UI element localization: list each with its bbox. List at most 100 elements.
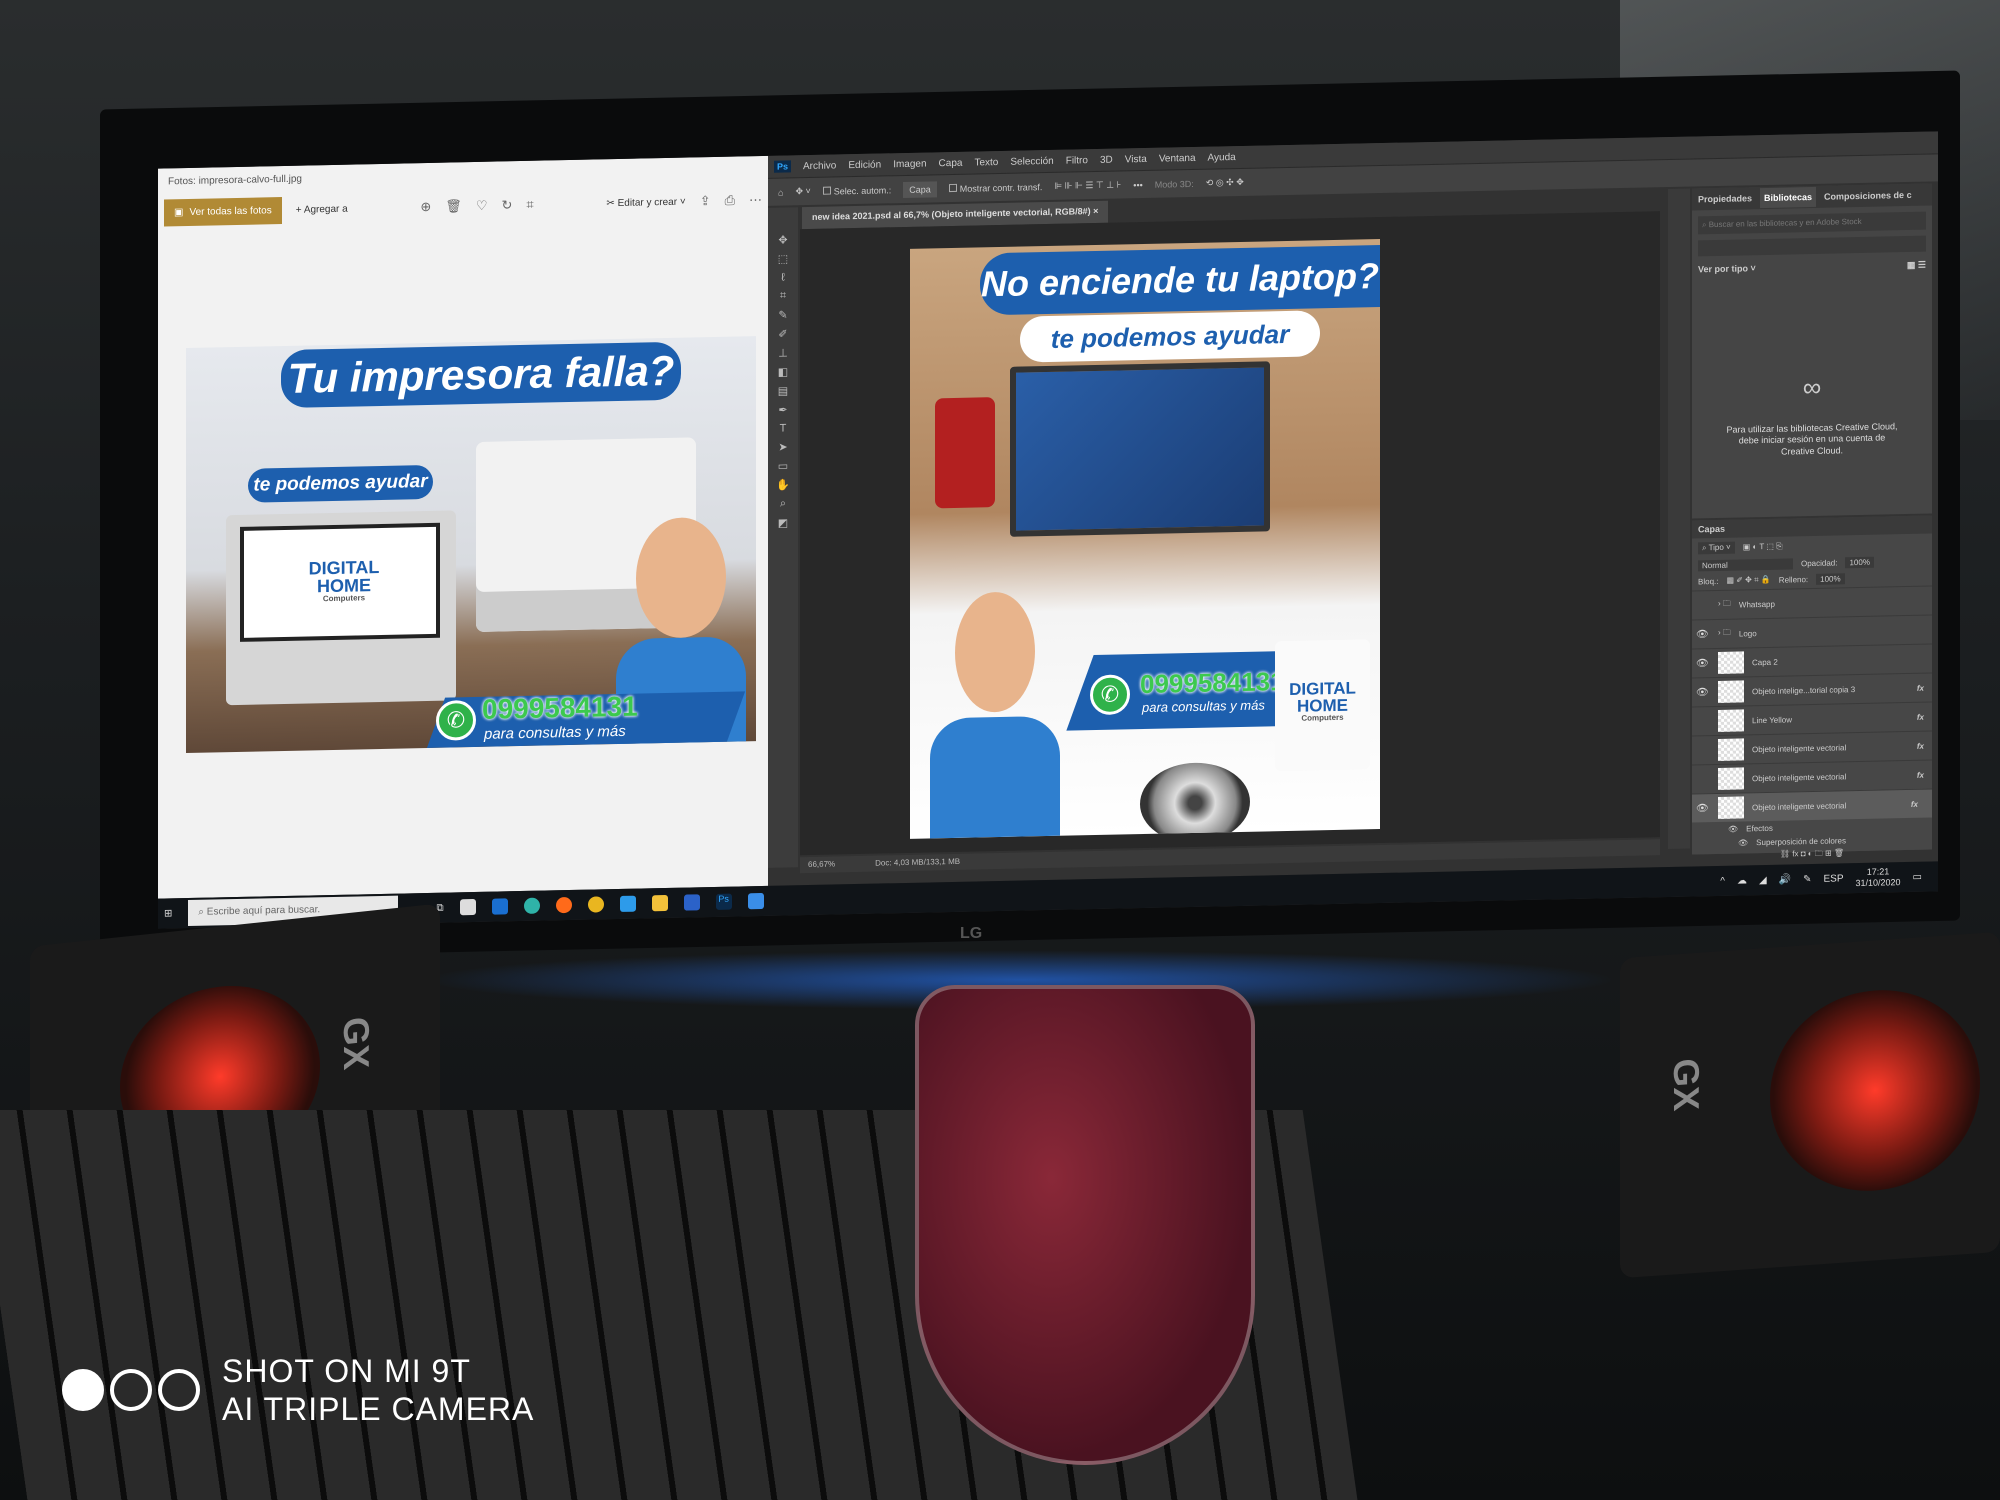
opacity-label: Opacidad: bbox=[1801, 557, 1838, 568]
firefox-icon[interactable] bbox=[555, 896, 572, 914]
chrome-icon[interactable] bbox=[587, 896, 604, 913]
zoom-tool-icon[interactable]: ⌕ bbox=[780, 497, 786, 510]
filter-icons[interactable]: ▣ ◐ T ⬚ ⎘ bbox=[1743, 542, 1783, 553]
camera-watermark: SHOT ON MI 9T AI TRIPLE CAMERA bbox=[62, 1352, 534, 1429]
fx-icon[interactable]: fx bbox=[1911, 799, 1918, 808]
tab-compositions[interactable]: Composiciones de c bbox=[1824, 190, 1912, 202]
fx-icon[interactable]: fx bbox=[1917, 712, 1924, 721]
brush-icon[interactable]: ✐ bbox=[778, 327, 787, 340]
visibility-eye-icon[interactable]: 👁 bbox=[1696, 629, 1710, 640]
network-icon[interactable]: ◢ bbox=[1759, 874, 1767, 885]
stamp-icon[interactable]: ⊥ bbox=[778, 346, 788, 359]
gradient-icon[interactable]: ▤ bbox=[778, 384, 788, 397]
view-by-dropdown[interactable]: Ver por tipo ˅ bbox=[1698, 263, 1756, 275]
pen-icon[interactable]: ✒ bbox=[778, 403, 787, 416]
blend-mode-select[interactable]: Normal bbox=[1698, 557, 1793, 571]
panel-collapse-strip[interactable] bbox=[1668, 188, 1690, 850]
menu-ayuda[interactable]: Ayuda bbox=[1208, 152, 1236, 164]
fx-icon[interactable]: fx bbox=[1917, 741, 1924, 750]
menu-3d[interactable]: 3D bbox=[1100, 154, 1113, 165]
menu-texto[interactable]: Texto bbox=[974, 157, 998, 169]
zoom-icon[interactable]: ⊕ bbox=[420, 199, 431, 215]
target-select[interactable]: Capa bbox=[903, 180, 937, 198]
start-icon[interactable]: ⊞ bbox=[164, 908, 172, 919]
shape-icon[interactable]: ▭ bbox=[778, 459, 788, 472]
align-icons[interactable]: ⊫ ⊪ ⊩ ☰ ⊤ ⊥ ⊦ bbox=[1054, 179, 1121, 191]
clock[interactable]: 17:21 31/10/2020 bbox=[1856, 866, 1901, 889]
menu-filtro[interactable]: Filtro bbox=[1066, 155, 1088, 166]
3d-tools-icons[interactable]: ⟲ ◎ ✣ ✥ bbox=[1206, 177, 1244, 189]
onedrive-icon[interactable] bbox=[619, 895, 636, 912]
color-swatches-icon[interactable]: ◩ bbox=[778, 516, 788, 529]
print-icon[interactable]: ⎙ bbox=[725, 193, 735, 209]
fill-input[interactable]: 100% bbox=[1816, 572, 1845, 585]
menu-ventana[interactable]: Ventana bbox=[1159, 152, 1196, 164]
edge-icon[interactable] bbox=[523, 897, 540, 914]
onedrive-tray-icon[interactable]: ☁ bbox=[1737, 875, 1747, 886]
menu-imagen[interactable]: Imagen bbox=[893, 158, 926, 170]
tab-properties[interactable]: Propiedades bbox=[1698, 193, 1752, 204]
hand-icon[interactable]: ✋ bbox=[776, 478, 790, 491]
home-icon[interactable]: ⌂ bbox=[778, 187, 783, 197]
visibility-eye-icon[interactable]: 👁 bbox=[1696, 658, 1710, 669]
crop-icon[interactable]: ⌗ bbox=[526, 197, 533, 213]
trash-icon[interactable]: 🗑 bbox=[445, 198, 462, 214]
path-select-icon[interactable]: ➤ bbox=[778, 440, 787, 453]
type-icon[interactable]: T bbox=[780, 422, 787, 434]
menu-capa[interactable]: Capa bbox=[939, 157, 963, 169]
volume-icon[interactable]: 🔊 bbox=[1779, 874, 1791, 885]
notifications-icon[interactable]: ▭ bbox=[1913, 871, 1922, 882]
more-options-icon[interactable]: ••• bbox=[1133, 180, 1142, 190]
eraser-icon[interactable]: ◧ bbox=[778, 365, 788, 378]
close-tab-icon[interactable]: × bbox=[1093, 206, 1098, 216]
pen-tray-icon[interactable]: ✎ bbox=[1803, 874, 1811, 885]
lock-icons[interactable]: ▦ ✐ ✥ ⌗ 🔒 bbox=[1726, 575, 1770, 586]
fx-icon[interactable]: fx bbox=[1917, 770, 1924, 779]
photos-taskbar-icon[interactable] bbox=[747, 892, 764, 910]
edit-create-button[interactable]: ✂ Editar y crear ˅ bbox=[606, 196, 685, 209]
lasso-icon[interactable]: ℓ bbox=[781, 272, 785, 284]
move-tool-icon[interactable]: ✥ ˅ bbox=[795, 186, 810, 197]
mail-icon[interactable] bbox=[491, 898, 508, 915]
marquee-icon[interactable]: ⬚ bbox=[778, 252, 788, 265]
library-search-input[interactable]: ⌕ Buscar en las bibliotecas y en Adobe S… bbox=[1698, 211, 1926, 235]
visibility-eye-icon[interactable]: 👁 bbox=[1696, 687, 1710, 698]
heart-icon[interactable]: ♡ bbox=[476, 198, 488, 214]
todo-icon[interactable] bbox=[683, 894, 700, 911]
move-icon[interactable]: ✥ bbox=[778, 233, 787, 246]
file-explorer-icon[interactable] bbox=[651, 894, 668, 912]
store-icon[interactable] bbox=[459, 898, 476, 916]
opacity-input[interactable]: 100% bbox=[1845, 556, 1874, 568]
visibility-eye-icon[interactable]: 👁 bbox=[1696, 803, 1710, 814]
menu-seleccion[interactable]: Selección bbox=[1010, 155, 1053, 167]
tab-libraries[interactable]: Bibliotecas bbox=[1760, 186, 1817, 209]
date: 31/10/2020 bbox=[1855, 877, 1901, 889]
laptop-ad-image[interactable]: No enciende tu laptop? te podemos ayudar… bbox=[910, 239, 1380, 839]
document-tab-label: new idea 2021.psd al 66,7% (Objeto intel… bbox=[812, 206, 1091, 222]
rotate-icon[interactable]: ↻ bbox=[502, 197, 513, 213]
eyedropper-icon[interactable]: ✎ bbox=[778, 308, 787, 321]
share-icon[interactable]: ⇪ bbox=[700, 193, 711, 209]
add-to-button[interactable]: + Agregar a bbox=[296, 203, 348, 215]
speaker-brand: GX bbox=[336, 1015, 378, 1072]
view-all-photos-button[interactable]: ▣ Ver todas las fotos bbox=[164, 196, 282, 227]
laptop-screen: DIGITAL HOME Computers bbox=[240, 522, 440, 642]
transform-controls-checkbox[interactable]: Mostrar contr. transf. bbox=[948, 182, 1042, 194]
menu-edicion[interactable]: Edición bbox=[848, 159, 881, 171]
menu-archivo[interactable]: Archivo bbox=[803, 160, 836, 172]
show-hidden-icon[interactable]: ^ bbox=[1720, 875, 1725, 886]
more-icon[interactable]: ⋯ bbox=[749, 192, 762, 208]
ad-headline: No enciende tu laptop? bbox=[980, 245, 1380, 316]
grid-list-icons[interactable]: ▦ ☰ bbox=[1907, 260, 1926, 271]
ad-subheadline: te podemos ayudar bbox=[248, 464, 433, 503]
fx-icon[interactable]: fx bbox=[1917, 683, 1924, 692]
zoom-level[interactable]: 66,67% bbox=[808, 859, 835, 870]
photoshop-taskbar-icon[interactable]: Ps bbox=[715, 893, 732, 910]
crop-icon[interactable]: ⌗ bbox=[780, 289, 786, 302]
language-indicator[interactable]: ESP bbox=[1823, 873, 1843, 884]
ad-subheadline: te podemos ayudar bbox=[1020, 310, 1320, 363]
auto-select-checkbox[interactable]: Selec. autom.: bbox=[822, 185, 891, 196]
menu-vista[interactable]: Vista bbox=[1125, 153, 1147, 164]
monitor-brand-logo: LG bbox=[960, 925, 983, 942]
layer-filter-select[interactable]: ⌕ Tipo ˅ bbox=[1698, 541, 1735, 555]
